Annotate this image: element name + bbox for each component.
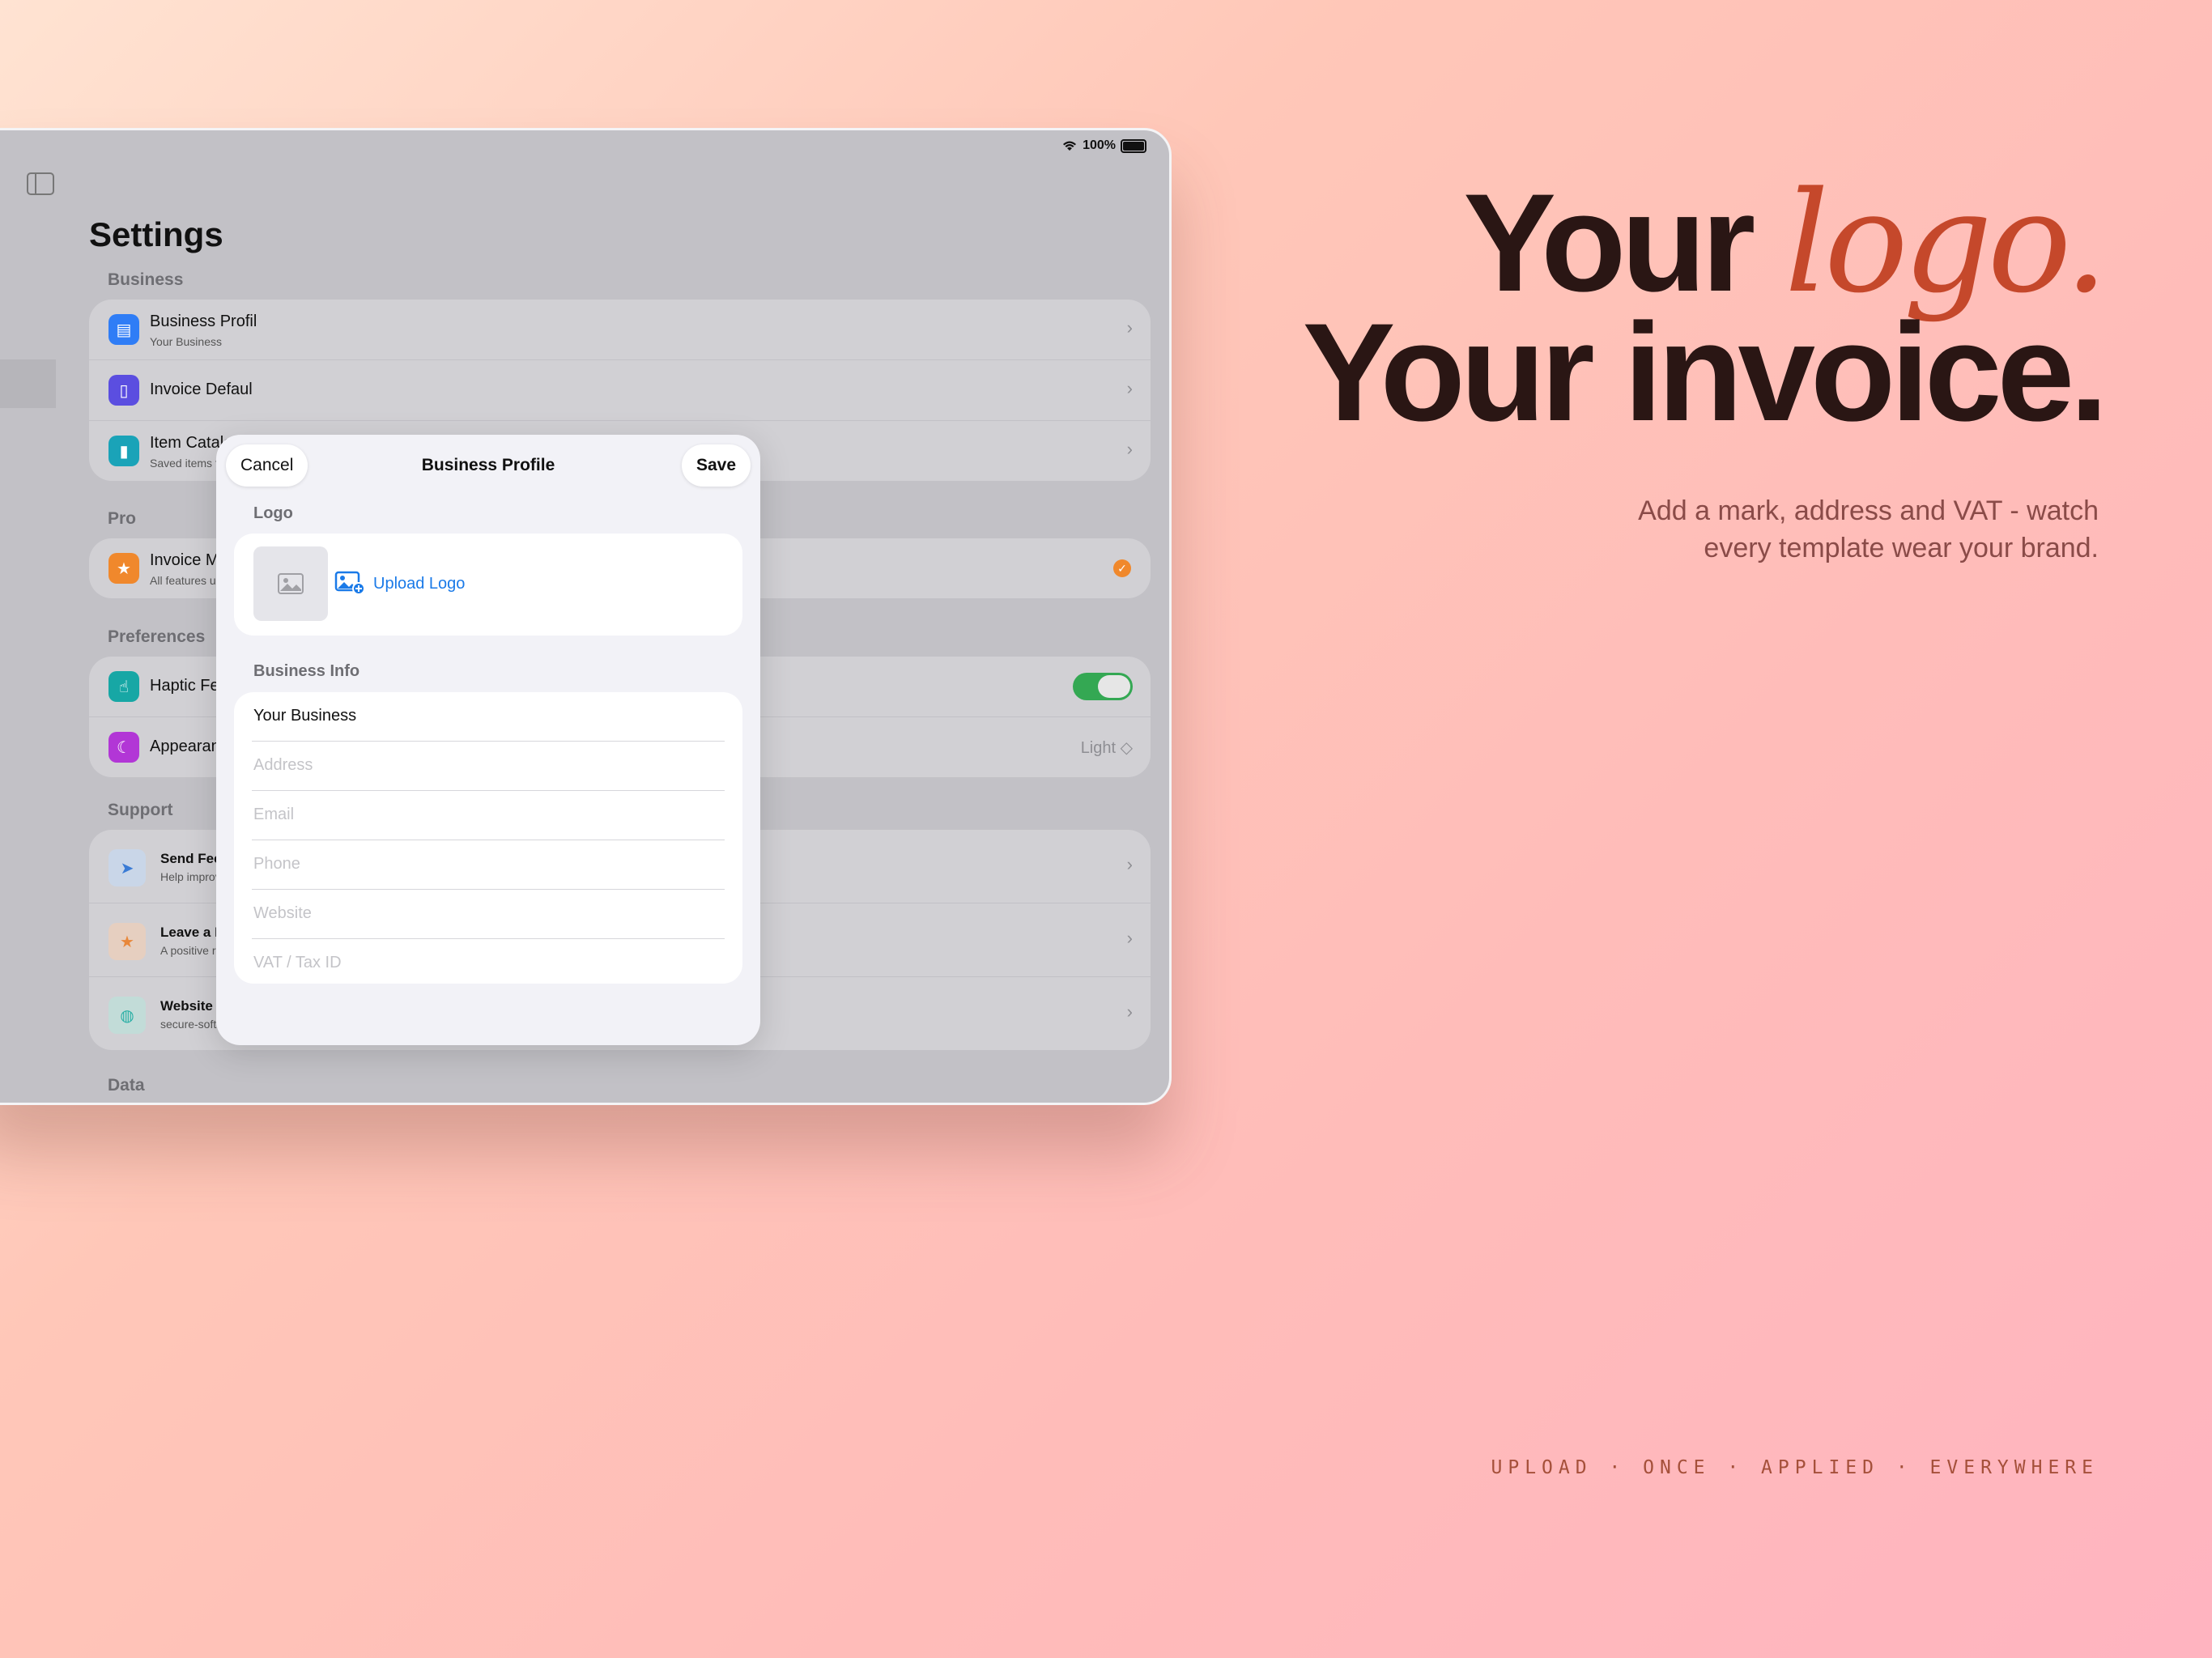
- chevron-right-icon: ›: [1126, 1001, 1133, 1022]
- business-profile-sheet: Cancel Business Profile Save Logo Upload…: [216, 435, 760, 1045]
- tagline: UPLOAD · ONCE · APPLIED · EVERYWHERE: [1491, 1457, 2099, 1478]
- row-title: Business Profil: [150, 312, 257, 330]
- email-field[interactable]: Email: [252, 791, 725, 840]
- business-name-field[interactable]: Your Business: [252, 692, 725, 742]
- document-icon: ▯: [108, 375, 139, 406]
- email-placeholder: Email: [253, 806, 295, 823]
- sheet-title: Business Profile: [421, 456, 555, 474]
- section-data-label: Data: [108, 1076, 145, 1095]
- section-support-label: Support: [108, 801, 173, 819]
- headline: Your logo. Your invoice.: [1302, 173, 2108, 450]
- section-business-label: Business: [108, 270, 184, 289]
- sidebar-selection: [0, 359, 56, 408]
- star-icon: ★: [108, 923, 146, 960]
- logo-card: Upload Logo: [234, 534, 742, 636]
- sidebar-toggle-icon[interactable]: [27, 172, 54, 195]
- row-business-profile[interactable]: ▤ Business Profil Your Business ›: [89, 300, 1151, 360]
- photo-placeholder-icon: [278, 573, 304, 594]
- business-info-label: Business Info: [253, 662, 360, 680]
- paperplane-icon: ➤: [108, 849, 146, 886]
- headline-line-1: Your logo.: [1303, 173, 2108, 313]
- logo-placeholder: [253, 546, 328, 621]
- upload-logo-link[interactable]: Upload Logo: [373, 575, 465, 593]
- subtext: Add a mark, address and VAT - watch ever…: [1638, 495, 2099, 563]
- building-icon: ▤: [108, 314, 139, 345]
- battery-percent: 100%: [1083, 138, 1116, 152]
- chevron-right-icon: ›: [1126, 928, 1133, 948]
- chevron-right-icon: ›: [1126, 439, 1133, 459]
- star-icon: ★: [108, 553, 139, 584]
- photo-badge-plus-icon[interactable]: [334, 571, 365, 595]
- page-title: Settings: [89, 215, 223, 253]
- status-bar: 100%: [1061, 138, 1146, 153]
- save-button[interactable]: Save: [681, 444, 751, 487]
- wifi-icon: [1063, 141, 1077, 151]
- haptic-toggle[interactable]: [1073, 673, 1133, 700]
- chevron-right-icon: ›: [1126, 317, 1133, 338]
- logo-section-label: Logo: [253, 504, 293, 522]
- website-field[interactable]: Website: [252, 890, 725, 939]
- chevron-right-icon: ›: [1126, 378, 1133, 398]
- bookmark-icon: ▮: [108, 436, 139, 466]
- website-placeholder: Website: [253, 904, 312, 922]
- vat-field[interactable]: VAT / Tax ID: [252, 939, 725, 988]
- headline-line-2: Your invoice.: [1302, 295, 2108, 450]
- row-title: Invoice Defaul: [150, 380, 253, 398]
- business-name-value: Your Business: [253, 707, 357, 725]
- row-invoice-defaults[interactable]: ▯ Invoice Defaul ›: [89, 360, 1151, 421]
- chevron-right-icon: ›: [1126, 854, 1133, 874]
- ipad-device: 100% Settings Business ▤ Business Profil…: [0, 128, 1172, 1105]
- phone-field[interactable]: Phone: [252, 840, 725, 890]
- row-title: Website: [160, 998, 213, 1014]
- hand-tap-icon: ☝: [108, 671, 139, 702]
- address-placeholder: Address: [253, 756, 313, 774]
- address-field[interactable]: Address: [252, 742, 725, 791]
- phone-placeholder: Phone: [253, 855, 300, 873]
- globe-icon: ◍: [108, 997, 146, 1034]
- appearance-value[interactable]: Light ◇: [1081, 738, 1133, 758]
- section-pro-label: Pro: [108, 509, 137, 528]
- moon-icon: ☾: [108, 732, 139, 763]
- battery-icon: [1121, 138, 1146, 153]
- section-preferences-label: Preferences: [108, 627, 206, 646]
- verified-badge-icon: ✓: [1113, 559, 1131, 577]
- row-subtitle: Your Business: [150, 335, 222, 348]
- business-info-card: Your Business Address Email Phone Websit…: [234, 692, 742, 984]
- vat-placeholder: VAT / Tax ID: [253, 954, 342, 971]
